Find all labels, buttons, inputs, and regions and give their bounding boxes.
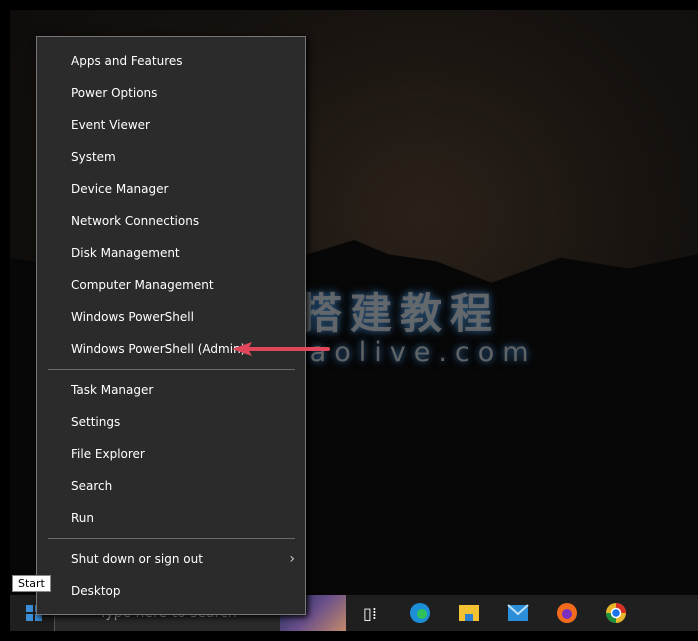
file-explorer-icon[interactable] (454, 595, 484, 631)
task-view-icon[interactable]: ▯⁞ (355, 595, 385, 631)
chrome-canary-icon[interactable] (601, 595, 631, 631)
menu-item-label: Shut down or sign out (71, 552, 203, 566)
menu-item-network-connections[interactable]: Network Connections (37, 205, 305, 237)
menu-item-run[interactable]: Run (37, 502, 305, 534)
menu-item-computer-management[interactable]: Computer Management (37, 269, 305, 301)
menu-item-device-manager[interactable]: Device Manager (37, 173, 305, 205)
menu-item-event-viewer[interactable]: Event Viewer (37, 109, 305, 141)
menu-item-system[interactable]: System (37, 141, 305, 173)
menu-item-shut-down-or-sign-out[interactable]: Shut down or sign out › (37, 543, 305, 575)
edge-icon[interactable] (405, 595, 435, 631)
menu-item-settings[interactable]: Settings (37, 406, 305, 438)
menu-item-windows-powershell[interactable]: Windows PowerShell (37, 301, 305, 333)
menu-item-power-options[interactable]: Power Options (37, 77, 305, 109)
red-arrow-annotation (232, 342, 330, 356)
menu-separator (48, 369, 295, 370)
menu-item-disk-management[interactable]: Disk Management (37, 237, 305, 269)
menu-item-desktop[interactable]: Desktop (37, 575, 305, 607)
start-tooltip: Start (12, 575, 51, 592)
menu-item-file-explorer[interactable]: File Explorer (37, 438, 305, 470)
menu-item-task-manager[interactable]: Task Manager (37, 374, 305, 406)
winx-context-menu: Apps and Features Power Options Event Vi… (36, 36, 306, 615)
firefox-icon[interactable] (552, 595, 582, 631)
chevron-right-icon: › (289, 551, 295, 567)
menu-item-apps-and-features[interactable]: Apps and Features (37, 45, 305, 77)
mail-icon[interactable] (503, 595, 533, 631)
menu-separator (48, 538, 295, 539)
menu-item-search[interactable]: Search (37, 470, 305, 502)
